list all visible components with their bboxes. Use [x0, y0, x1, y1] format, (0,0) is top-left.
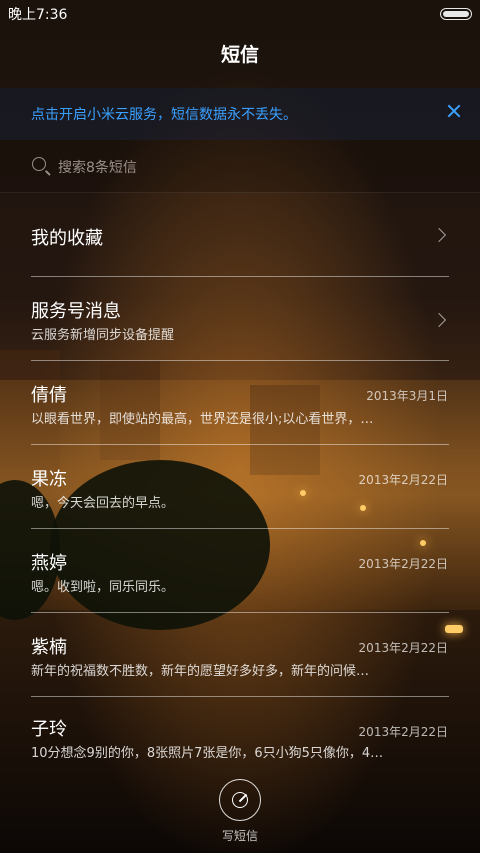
- chevron-right-icon: [431, 227, 447, 243]
- service-subtitle: 云服务新增同步设备提醒: [31, 328, 175, 343]
- banner-text[interactable]: 点击开启小米云服务，短信数据永不丢失。: [31, 104, 297, 124]
- search-icon: [32, 157, 46, 171]
- cloud-service-banner[interactable]: 点击开启小米云服务，短信数据永不丢失。: [0, 88, 480, 140]
- compose-icon: [232, 792, 248, 808]
- close-icon[interactable]: [444, 101, 464, 121]
- contact-name: 燕婷: [31, 553, 67, 574]
- message-date: 2013年2月22日: [358, 557, 448, 571]
- conversation-item[interactable]: 紫楠 2013年2月22日 新年的祝福数不胜数，新年的愿望好多好多，新年的问候…: [0, 613, 480, 697]
- list-item-service-messages[interactable]: 服务号消息 云服务新增同步设备提醒: [0, 277, 480, 361]
- contact-name: 果冻: [31, 469, 67, 490]
- battery-icon: [440, 8, 472, 20]
- favorites-title: 我的收藏: [31, 228, 103, 249]
- contact-name: 紫楠: [31, 637, 67, 658]
- message-preview: 嗯。收到啦，同乐同乐。: [31, 580, 175, 595]
- status-time: 晚上7:36: [8, 7, 68, 23]
- message-date: 2013年2月22日: [358, 725, 448, 739]
- message-date: 2013年3月1日: [366, 389, 448, 403]
- search-input[interactable]: 搜索8条短信: [58, 157, 137, 177]
- message-preview: 嗯，今天会回去的早点。: [31, 496, 175, 511]
- compose-button[interactable]: [219, 779, 261, 821]
- status-bar: 晚上7:36: [0, 0, 480, 26]
- list-item-favorites[interactable]: 我的收藏: [0, 192, 480, 276]
- service-title: 服务号消息: [31, 301, 121, 322]
- message-preview: 以眼看世界，即使站的最高，世界还是很小;以心看世界，…: [31, 412, 374, 427]
- message-preview: 新年的祝福数不胜数，新年的愿望好多好多，新年的问候…: [31, 664, 370, 679]
- conversation-item[interactable]: 子玲 2013年2月22日 10分想念9别的你，8张照片7张是你，6只小狗5只像…: [0, 697, 480, 781]
- page-title: 短信: [220, 44, 259, 66]
- conversation-item[interactable]: 倩倩 2013年3月1日 以眼看世界，即使站的最高，世界还是很小;以心看世界，…: [0, 361, 480, 445]
- contact-name: 倩倩: [31, 385, 67, 406]
- contact-name: 子玲: [31, 719, 67, 740]
- message-date: 2013年2月22日: [358, 641, 448, 655]
- message-date: 2013年2月22日: [358, 473, 448, 487]
- conversation-item[interactable]: 果冻 2013年2月22日 嗯，今天会回去的早点。: [0, 445, 480, 529]
- search-bar[interactable]: 搜索8条短信: [0, 140, 480, 193]
- conversation-item[interactable]: 燕婷 2013年2月22日 嗯。收到啦，同乐同乐。: [0, 529, 480, 613]
- compose-label[interactable]: 写短信: [0, 827, 480, 844]
- message-preview: 10分想念9别的你，8张照片7张是你，6只小狗5只像你，4…: [31, 746, 384, 761]
